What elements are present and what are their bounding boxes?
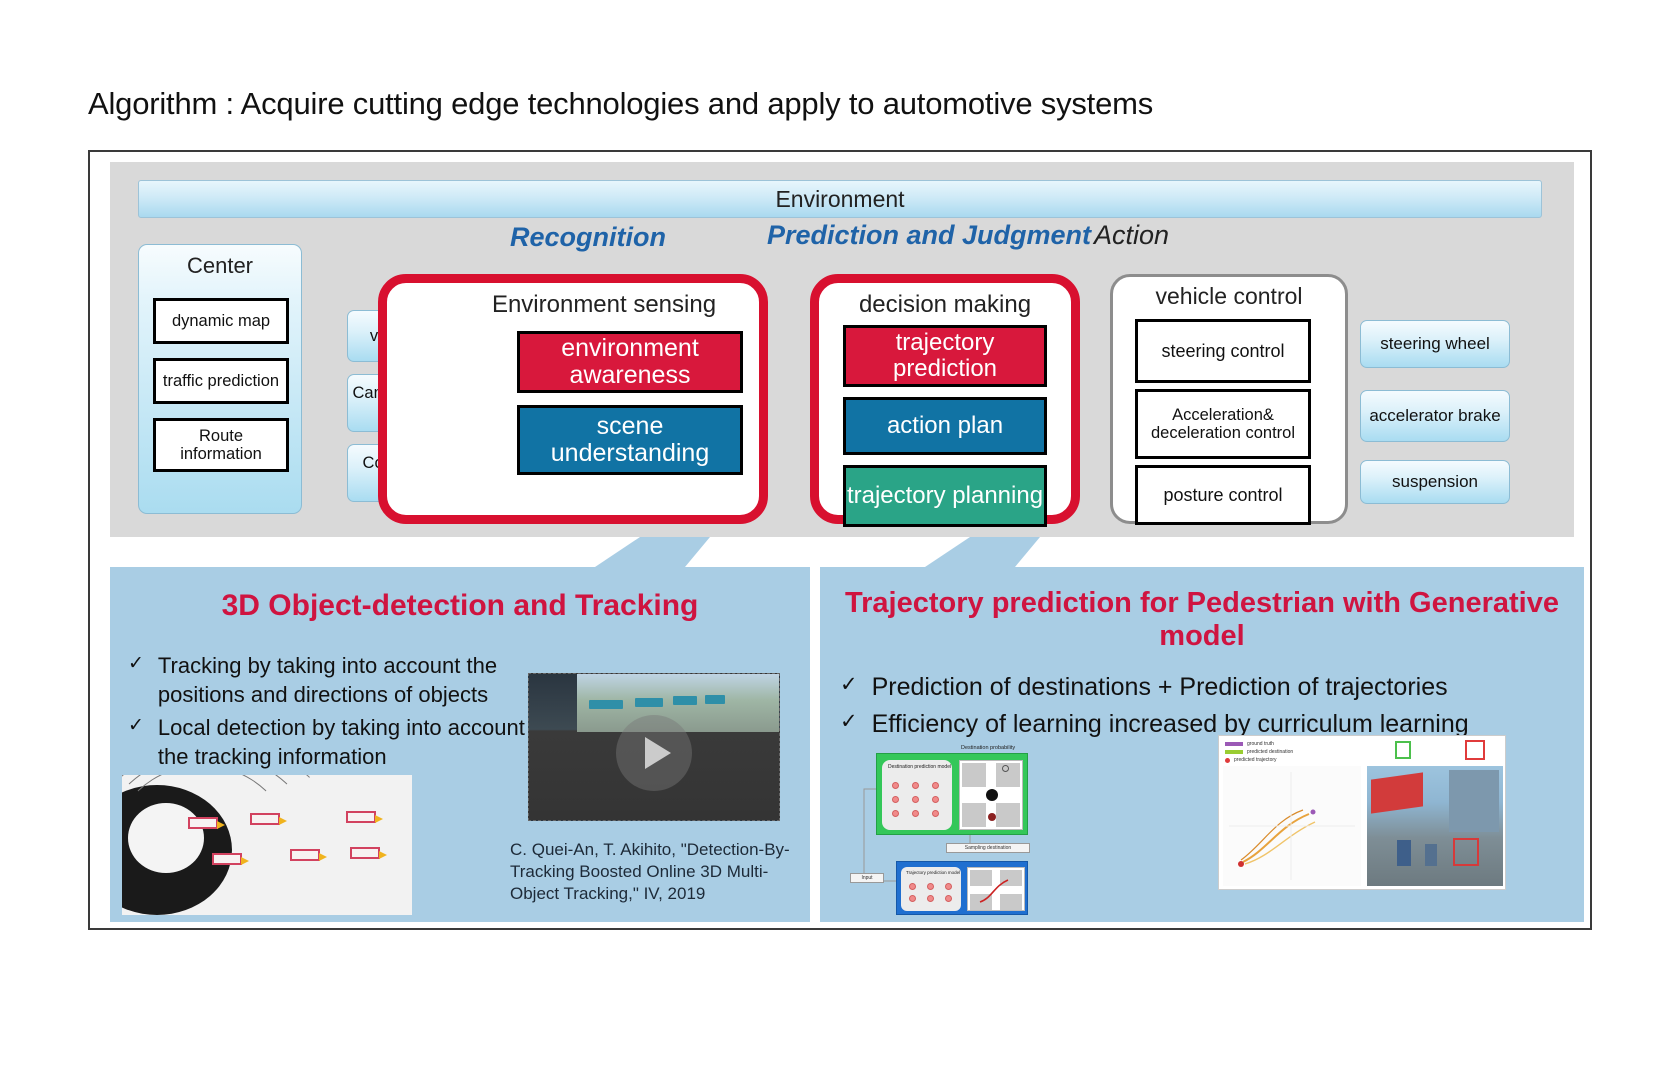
center-item-traffic-prediction: traffic prediction xyxy=(153,358,289,404)
destination-probability-grid xyxy=(959,760,1023,830)
check-icon: ✓ xyxy=(128,715,144,737)
page-title: Algorithm : Acquire cutting edge technol… xyxy=(88,86,1154,121)
bullet-item: ✓ Local detection by taking into account… xyxy=(128,713,538,771)
center-item-route-information: Route information xyxy=(153,418,289,472)
legend-item: predicted destination xyxy=(1225,749,1293,755)
architecture-band: Environment Recognition Prediction and J… xyxy=(110,162,1574,537)
street-photo-thumbnail xyxy=(1367,766,1503,886)
block-environment-awareness: environment awareness xyxy=(517,331,743,393)
legend-item: predicted trajectory xyxy=(1225,757,1277,763)
decision-making-title: decision making xyxy=(858,291,1032,318)
bullet-text: Prediction of destinations + Prediction … xyxy=(871,673,1448,701)
center-item-dynamic-map: dynamic map xyxy=(153,298,289,344)
trajectory-output-grid xyxy=(967,867,1025,911)
video-thumbnail[interactable] xyxy=(528,673,780,821)
pedestrian-prediction-figure: ground truth predicted destination predi… xyxy=(1218,735,1506,890)
block-action-plan: action plan xyxy=(843,397,1047,455)
destination-prediction-model-box: Destination prediction model xyxy=(882,760,952,830)
bullet-text: Local detection by taking into account t… xyxy=(157,715,525,770)
block-trajectory-planning: trajectory planning xyxy=(843,465,1047,527)
legend-label: predicted trajectory xyxy=(1234,757,1277,763)
vehicle-control-group: vehicle control steering control Acceler… xyxy=(1110,274,1348,525)
lidar-point-cloud-thumbnail xyxy=(122,775,412,915)
legend-red-box xyxy=(1465,740,1485,760)
slide-frame: Environment Recognition Prediction and J… xyxy=(88,150,1592,930)
environment-sensing-group: Environment sensing environment awarenes… xyxy=(378,274,768,524)
legend-label: predicted destination xyxy=(1247,749,1294,755)
center-panel: Center dynamic map traffic prediction Ro… xyxy=(138,244,302,514)
figure-label-destination-probability: Destination probability xyxy=(961,745,1016,751)
bullet-item: ✓ Prediction of destinations + Predictio… xyxy=(840,671,1580,704)
citation-text: C. Quei-An, T. Akihito, "Detection-By-Tr… xyxy=(510,840,790,903)
phase-label-recognition: Recognition xyxy=(510,222,666,252)
figure-label-input: Input xyxy=(850,873,884,883)
figure-label-destination-model: Destination prediction model xyxy=(888,764,952,770)
vc-steering-control: steering control xyxy=(1135,319,1311,383)
block-trajectory-prediction: trajectory prediction xyxy=(843,325,1047,387)
phase-label-action: Action xyxy=(1094,220,1170,250)
figure-label-sampling-destination: Sampling destination xyxy=(946,843,1030,853)
check-icon: ✓ xyxy=(840,710,858,733)
callout-trajectory-prediction: Trajectory prediction for Pedestrian wit… xyxy=(820,567,1584,922)
block-scene-understanding: scene understanding xyxy=(517,405,743,475)
vc-posture-control: posture control xyxy=(1135,465,1311,525)
figure-label-trajectory-model: Trajectory prediction model xyxy=(906,870,961,875)
bullet-item: ✓ Tracking by taking into account the po… xyxy=(128,651,538,709)
vc-acceleration-deceleration-control: Acceleration& deceleration control xyxy=(1135,389,1311,459)
callout-right-title: Trajectory prediction for Pedestrian wit… xyxy=(845,587,1559,653)
environment-bar: Environment xyxy=(138,180,1542,218)
check-icon: ✓ xyxy=(840,673,858,696)
trajectory-map-view xyxy=(1223,766,1361,886)
environment-sensing-title: Environment sensing xyxy=(491,291,717,318)
phase-label-prediction: Prediction and Judgment xyxy=(767,220,1092,250)
bullet-text: Tracking by taking into account the posi… xyxy=(157,653,498,708)
trajectory-prediction-model-box: Trajectory prediction model xyxy=(901,867,961,911)
play-icon[interactable] xyxy=(616,714,692,791)
check-icon: ✓ xyxy=(128,653,144,674)
trajectory-prediction-stage: Trajectory prediction model xyxy=(896,861,1028,915)
callout-object-detection: 3D Object-detection and Tracking ✓ Track… xyxy=(110,567,810,922)
vehicle-control-title: vehicle control xyxy=(1155,283,1303,309)
callout-right-bullets: ✓ Prediction of destinations + Predictio… xyxy=(840,671,1580,745)
center-panel-title: Center xyxy=(186,253,254,278)
actuator-suspension: suspension xyxy=(1360,460,1510,504)
actuator-accelerator-brake: accelerator brake xyxy=(1360,390,1510,442)
legend-item: ground truth xyxy=(1225,741,1274,747)
destination-prediction-stage: Destination prediction model Destination… xyxy=(876,745,1028,835)
callout-left-bullets: ✓ Tracking by taking into account the po… xyxy=(128,651,538,775)
legend-green-box xyxy=(1395,741,1411,759)
actuator-steering-wheel: steering wheel xyxy=(1360,320,1510,368)
callout-left-title: 3D Object-detection and Tracking xyxy=(221,589,699,622)
legend-label: ground truth xyxy=(1247,741,1274,747)
generative-model-figure: Destination prediction model Destination… xyxy=(850,745,1080,915)
decision-making-group: decision making trajectory prediction ac… xyxy=(810,274,1080,527)
